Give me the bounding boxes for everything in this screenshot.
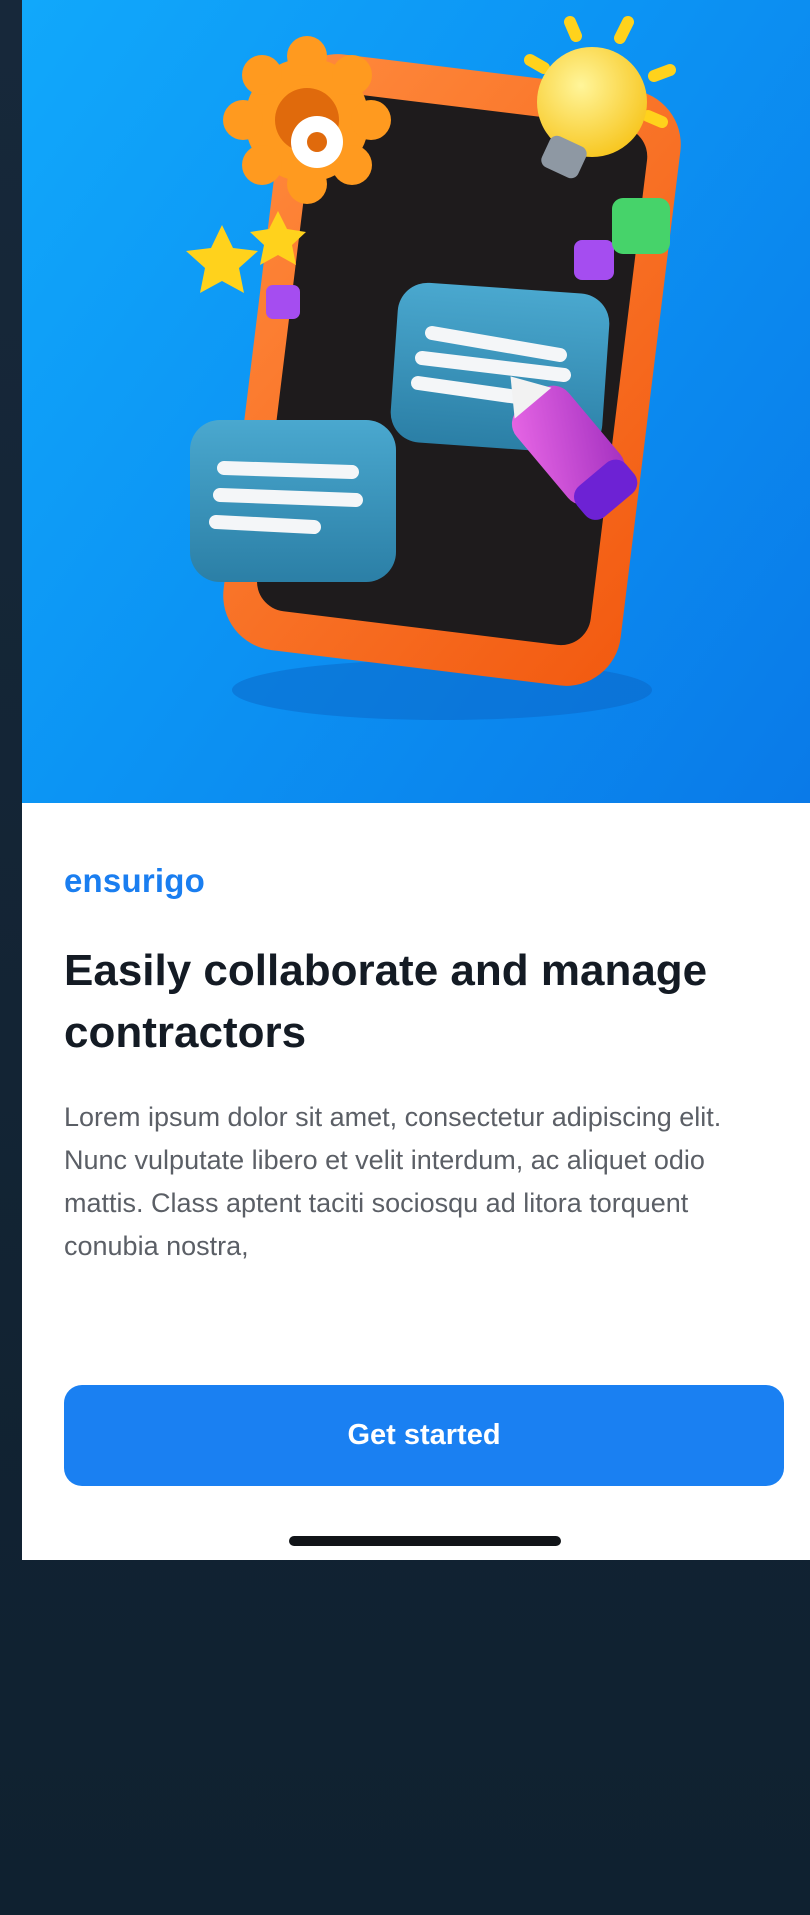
- phone-screen: ensurigo Easily collaborate and manage c…: [22, 0, 810, 1560]
- cube-decoration: [266, 285, 300, 319]
- get-started-button[interactable]: Get started: [64, 1385, 784, 1486]
- home-indicator[interactable]: [289, 1536, 561, 1546]
- gear-icon: [223, 36, 391, 204]
- tablet-with-chat-bubbles-illustration: [186, 16, 681, 720]
- cube-decoration: [574, 240, 614, 280]
- hero-banner: [22, 0, 810, 803]
- page-title: Easily collaborate and manage contractor…: [64, 946, 708, 1057]
- brand-name: ensurigo: [64, 862, 205, 899]
- chat-bubble-icon: [190, 420, 396, 582]
- cube-decoration: [612, 198, 670, 254]
- description-text: Lorem ipsum dolor sit amet, consectetur …: [64, 1102, 722, 1261]
